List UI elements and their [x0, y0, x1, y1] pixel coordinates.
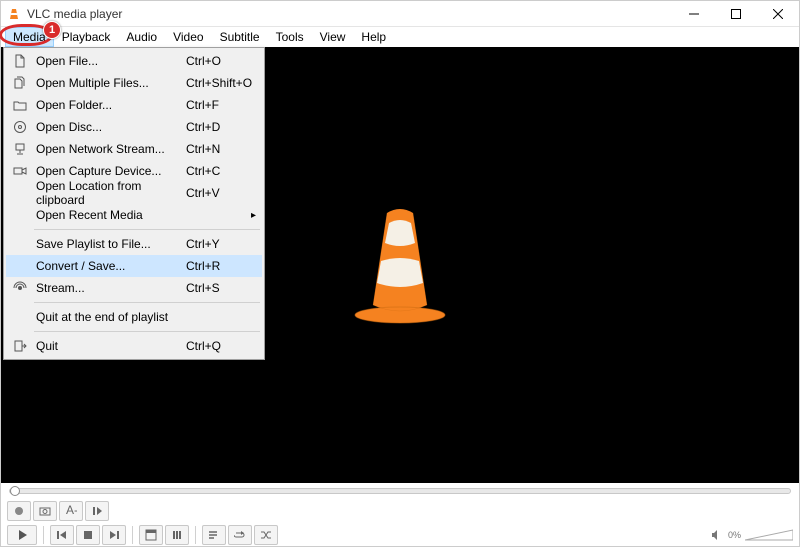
- divider: [132, 526, 133, 544]
- speaker-icon: [710, 528, 724, 542]
- menu-item-shortcut: Ctrl+C: [186, 164, 256, 178]
- record-button[interactable]: [7, 501, 31, 521]
- menu-item[interactable]: Open Location from clipboardCtrl+V: [6, 182, 262, 204]
- app-icon: [7, 7, 21, 21]
- menu-item[interactable]: Open Recent Media▸: [6, 204, 262, 226]
- frame-step-button[interactable]: [85, 501, 109, 521]
- menu-item-shortcut: Ctrl+D: [186, 120, 256, 134]
- next-button[interactable]: [102, 525, 126, 545]
- blank-icon: [10, 185, 30, 201]
- title-bar: VLC media player: [1, 1, 799, 27]
- blank-icon: [10, 258, 30, 274]
- menu-item[interactable]: Open Disc...Ctrl+D: [6, 116, 262, 138]
- media-menu-dropdown: Open File...Ctrl+OOpen Multiple Files...…: [3, 47, 265, 360]
- network-icon: [10, 141, 30, 157]
- menu-item[interactable]: QuitCtrl+Q: [6, 335, 262, 357]
- menu-item[interactable]: Open Network Stream...Ctrl+N: [6, 138, 262, 160]
- menu-media[interactable]: Media: [5, 27, 54, 47]
- folder-icon: [10, 97, 30, 113]
- loop-button[interactable]: [228, 525, 252, 545]
- window-title: VLC media player: [27, 7, 673, 21]
- minimize-button[interactable]: [673, 1, 715, 27]
- stream-icon: [10, 280, 30, 296]
- menu-item-label: Open File...: [30, 54, 186, 68]
- menu-item-shortcut: Ctrl+Shift+O: [186, 76, 256, 90]
- files-icon: [10, 75, 30, 91]
- menu-item[interactable]: Quit at the end of playlist: [6, 306, 262, 328]
- menu-item-shortcut: Ctrl+N: [186, 142, 256, 156]
- menu-item-label: Save Playlist to File...: [30, 237, 186, 251]
- seek-bar[interactable]: [9, 488, 791, 494]
- menu-item-label: Open Location from clipboard: [30, 179, 186, 207]
- svg-text:A-B: A-B: [66, 505, 77, 517]
- menu-item-label: Quit: [30, 339, 186, 353]
- menu-audio[interactable]: Audio: [118, 27, 165, 47]
- menu-item-shortcut: Ctrl+O: [186, 54, 256, 68]
- maximize-button[interactable]: [715, 1, 757, 27]
- stop-button[interactable]: [76, 525, 100, 545]
- menu-item-label: Open Network Stream...: [30, 142, 186, 156]
- menu-item-label: Convert / Save...: [30, 259, 186, 273]
- blank-icon: [10, 309, 30, 325]
- menu-item[interactable]: Open File...Ctrl+O: [6, 50, 262, 72]
- menu-item-shortcut: Ctrl+F: [186, 98, 256, 112]
- menu-item-shortcut: Ctrl+S: [186, 281, 256, 295]
- menu-separator: [34, 229, 260, 230]
- shuffle-button[interactable]: [254, 525, 278, 545]
- playlist-button[interactable]: [202, 525, 226, 545]
- menu-item[interactable]: Convert / Save...Ctrl+R: [6, 255, 262, 277]
- loop-ab-button[interactable]: A-B: [59, 501, 83, 521]
- fullscreen-button[interactable]: [139, 525, 163, 545]
- menu-item[interactable]: Stream...Ctrl+S: [6, 277, 262, 299]
- menu-item-label: Quit at the end of playlist: [30, 310, 186, 324]
- menu-bar: Media Playback Audio Video Subtitle Tool…: [1, 27, 799, 47]
- volume-control[interactable]: 0%: [710, 528, 793, 542]
- menu-item[interactable]: Save Playlist to File...Ctrl+Y: [6, 233, 262, 255]
- menu-item-shortcut: Ctrl+Y: [186, 237, 256, 251]
- menu-item-label: Open Recent Media: [30, 208, 256, 222]
- menu-item-label: Open Multiple Files...: [30, 76, 186, 90]
- menu-item-label: Stream...: [30, 281, 186, 295]
- volume-slider[interactable]: [745, 528, 793, 542]
- menu-separator: [34, 331, 260, 332]
- blank-icon: [10, 207, 30, 223]
- volume-label: 0%: [728, 530, 741, 540]
- disc-icon: [10, 119, 30, 135]
- play-button[interactable]: [7, 525, 37, 545]
- seek-knob[interactable]: [10, 486, 20, 496]
- menu-help[interactable]: Help: [353, 27, 394, 47]
- menu-playback[interactable]: Playback: [54, 27, 119, 47]
- divider: [43, 526, 44, 544]
- menu-item-label: Open Disc...: [30, 120, 186, 134]
- menu-item[interactable]: Open Folder...Ctrl+F: [6, 94, 262, 116]
- menu-item-shortcut: Ctrl+V: [186, 186, 256, 200]
- menu-separator: [34, 302, 260, 303]
- menu-subtitle[interactable]: Subtitle: [212, 27, 268, 47]
- menu-video[interactable]: Video: [165, 27, 211, 47]
- close-button[interactable]: [757, 1, 799, 27]
- ext-settings-button[interactable]: [165, 525, 189, 545]
- menu-item-label: Open Folder...: [30, 98, 186, 112]
- menu-item-label: Open Capture Device...: [30, 164, 186, 178]
- seek-bar-wrap: [1, 483, 799, 499]
- menu-view[interactable]: View: [312, 27, 354, 47]
- submenu-arrow-icon: ▸: [251, 210, 256, 221]
- vlc-logo: [345, 205, 455, 325]
- menu-tools[interactable]: Tools: [268, 27, 312, 47]
- capture-icon: [10, 163, 30, 179]
- toolbar-row-2: 0%: [1, 523, 799, 547]
- menu-item[interactable]: Open Multiple Files...Ctrl+Shift+O: [6, 72, 262, 94]
- quit-icon: [10, 338, 30, 354]
- menu-item-shortcut: Ctrl+R: [186, 259, 256, 273]
- divider: [195, 526, 196, 544]
- snapshot-button[interactable]: [33, 501, 57, 521]
- prev-button[interactable]: [50, 525, 74, 545]
- menu-item-shortcut: Ctrl+Q: [186, 339, 256, 353]
- file-icon: [10, 53, 30, 69]
- toolbar-row-1: A-B: [1, 499, 799, 523]
- blank-icon: [10, 236, 30, 252]
